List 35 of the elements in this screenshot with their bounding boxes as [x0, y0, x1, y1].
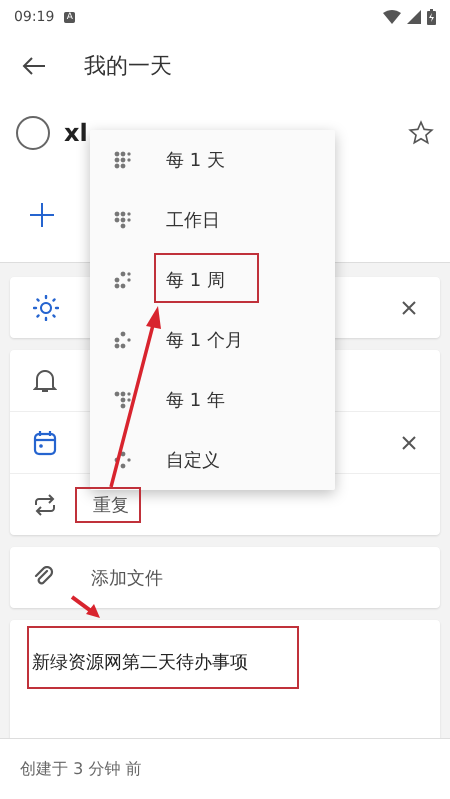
repeat-pattern-icon [114, 271, 132, 289]
back-icon[interactable] [22, 56, 46, 76]
repeat-icon[interactable] [33, 494, 57, 516]
notification-icon: A [64, 12, 76, 22]
status-time: 09:19 [14, 9, 54, 25]
repeat-pattern-icon [114, 391, 132, 409]
close-icon[interactable] [402, 300, 416, 314]
created-time: 创建于 3 分钟 前 [20, 758, 142, 780]
menu-item[interactable]: 自定义 [90, 430, 335, 490]
menu-item[interactable]: 每 1 年 [90, 370, 335, 430]
bell-icon[interactable] [33, 368, 57, 394]
repeat-pattern-icon [114, 151, 132, 169]
star-icon[interactable] [408, 120, 434, 146]
repeat-pattern-icon [114, 211, 132, 229]
annotation-arrow [70, 595, 100, 618]
battery-icon [427, 9, 436, 25]
sun-icon[interactable] [33, 294, 59, 320]
menu-item[interactable]: 每 1 周 [90, 250, 335, 310]
menu-item[interactable]: 每 1 个月 [90, 310, 335, 370]
wifi-icon [383, 10, 401, 24]
calendar-icon[interactable] [33, 430, 57, 456]
signal-icon [407, 10, 421, 24]
page-title: 我的一天 [84, 53, 172, 81]
repeat-pattern-icon [114, 451, 132, 469]
menu-item[interactable]: 每 1 天 [90, 130, 335, 190]
repeat-pattern-icon [114, 331, 132, 349]
menu-item[interactable]: 工作日 [90, 190, 335, 250]
task-title: xl [64, 119, 89, 147]
highlight-box [75, 487, 141, 523]
add-step-icon[interactable] [30, 203, 54, 227]
close-icon[interactable] [402, 436, 416, 450]
add-file-label: 添加文件 [91, 566, 163, 590]
add-file-row[interactable]: 添加文件 [10, 547, 440, 608]
repeat-label[interactable]: 重复 [93, 492, 129, 516]
complete-checkbox[interactable] [16, 116, 50, 150]
